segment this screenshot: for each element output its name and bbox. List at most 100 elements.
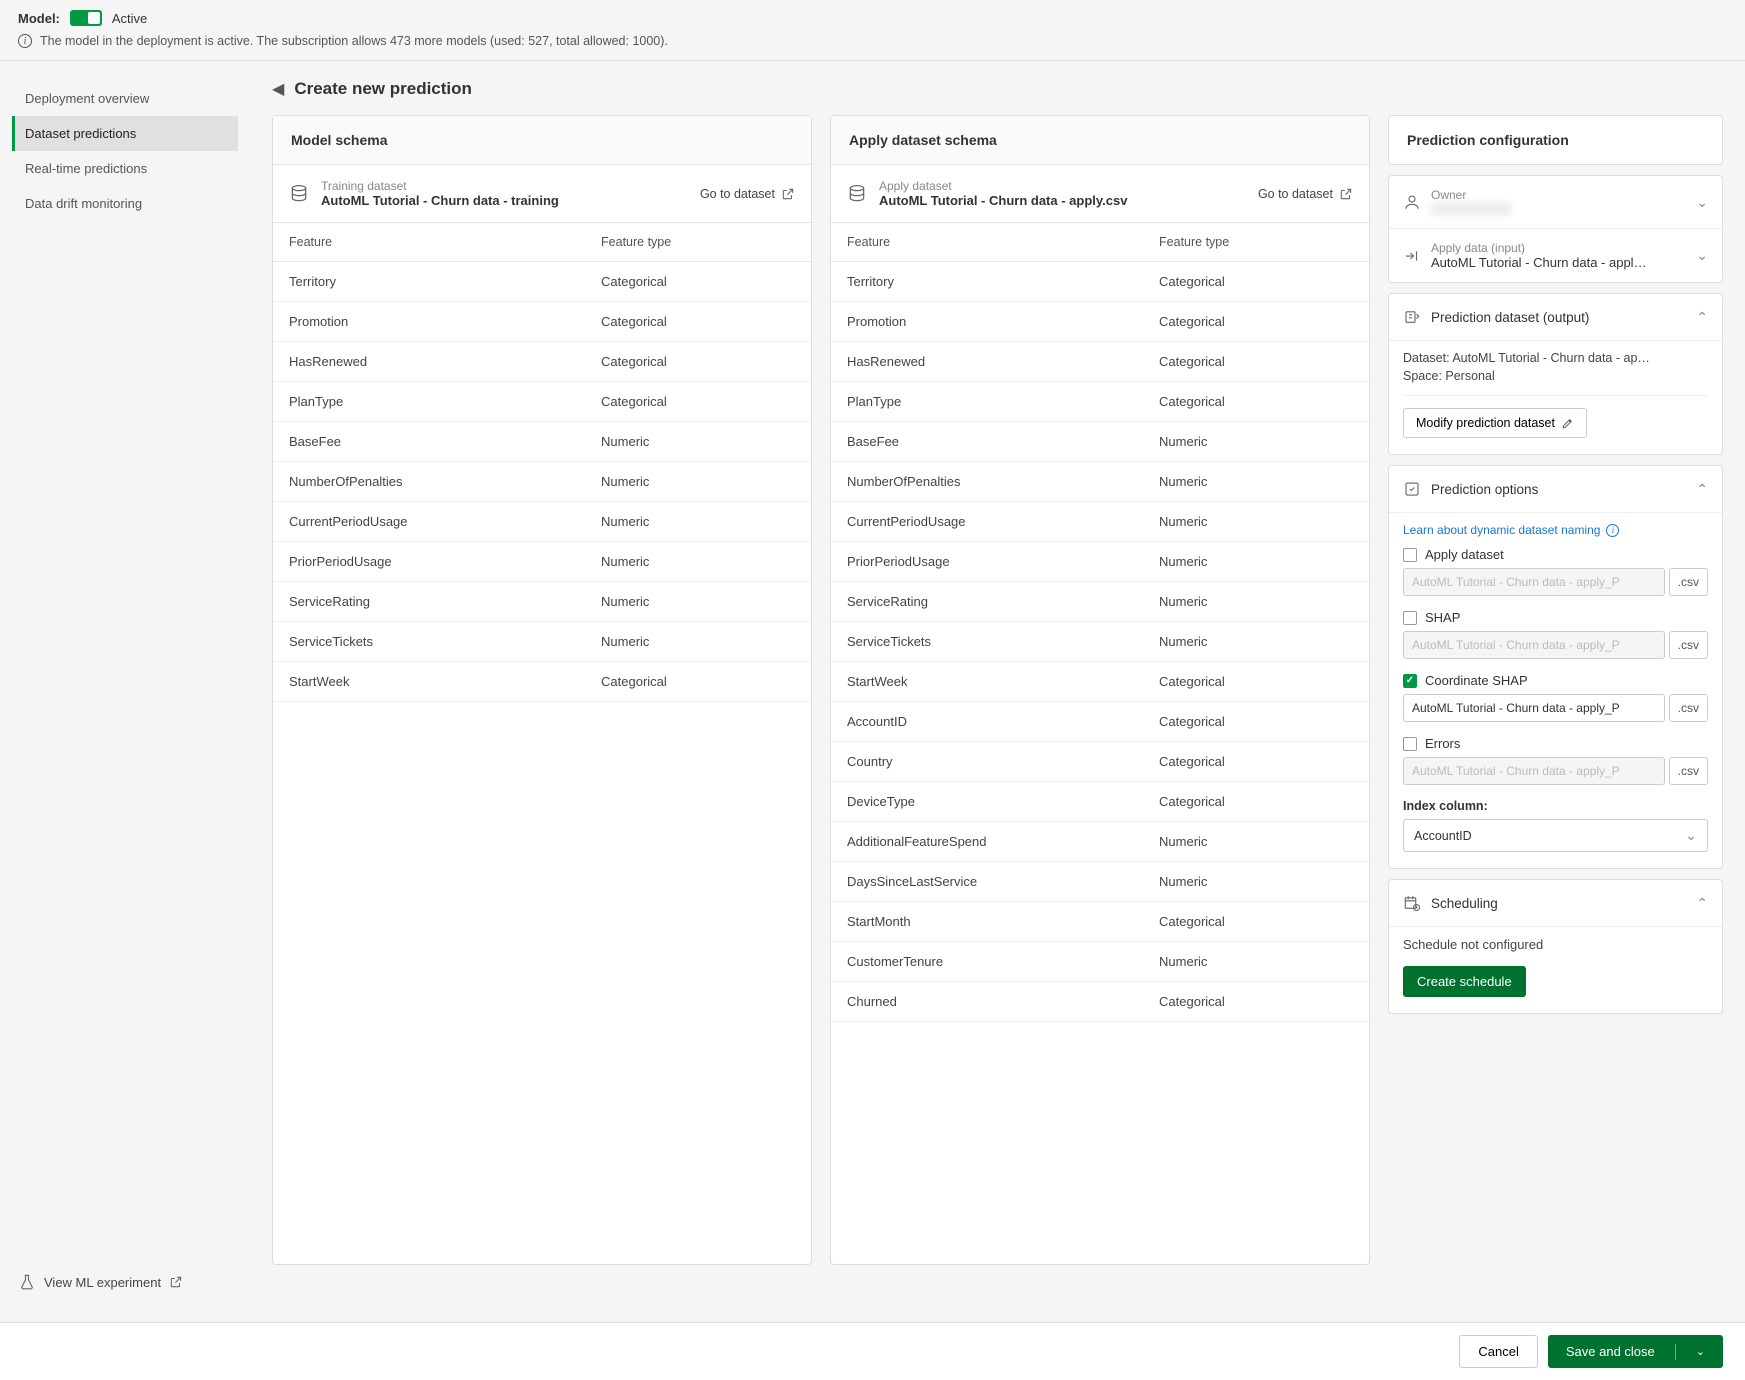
goto-apply-dataset[interactable]: Go to dataset bbox=[1258, 187, 1353, 201]
chevron-up-icon: ⌃ bbox=[1696, 481, 1708, 498]
training-dataset-label: Training dataset bbox=[321, 179, 688, 193]
table-row: CustomerTenureNumeric bbox=[831, 942, 1369, 982]
feature-cell: AccountID bbox=[831, 702, 1143, 742]
type-cell: Numeric bbox=[1143, 422, 1369, 462]
apply-dataset-name: AutoML Tutorial - Churn data - apply.csv bbox=[879, 193, 1246, 208]
table-row: CurrentPeriodUsageNumeric bbox=[831, 502, 1369, 542]
feature-cell: DeviceType bbox=[831, 782, 1143, 822]
table-row: BaseFeeNumeric bbox=[831, 422, 1369, 462]
info-icon: i bbox=[18, 34, 32, 48]
top-bar: Model: Active i The model in the deploym… bbox=[0, 0, 1745, 61]
type-cell: Categorical bbox=[1143, 982, 1369, 1022]
type-cell: Numeric bbox=[1143, 582, 1369, 622]
type-cell: Numeric bbox=[1143, 462, 1369, 502]
type-cell: Numeric bbox=[1143, 942, 1369, 982]
type-cell: Numeric bbox=[1143, 622, 1369, 662]
apply-dataset-checkbox[interactable] bbox=[1403, 548, 1417, 562]
table-row: HasRenewedCategorical bbox=[831, 342, 1369, 382]
footer-bar: Cancel Save and close ⌄ bbox=[0, 1322, 1745, 1380]
col-feature: Feature bbox=[831, 223, 1143, 262]
cancel-button[interactable]: Cancel bbox=[1459, 1335, 1537, 1368]
shap-filename-input bbox=[1403, 631, 1665, 659]
owner-row[interactable]: Owner ⌄ bbox=[1389, 176, 1722, 229]
goto-training-dataset[interactable]: Go to dataset bbox=[700, 187, 795, 201]
learn-link[interactable]: Learn about dynamic dataset naming i bbox=[1403, 523, 1708, 537]
sidebar-item-dataset-predictions[interactable]: Dataset predictions bbox=[12, 116, 238, 151]
table-row: PriorPeriodUsageNumeric bbox=[831, 542, 1369, 582]
save-and-close-button[interactable]: Save and close ⌄ bbox=[1548, 1335, 1723, 1368]
type-cell: Categorical bbox=[1143, 382, 1369, 422]
chevron-up-icon: ⌃ bbox=[1696, 309, 1708, 326]
pencil-icon bbox=[1561, 417, 1574, 430]
chevron-down-icon[interactable]: ⌄ bbox=[1696, 1345, 1705, 1358]
feature-cell: ServiceRating bbox=[273, 582, 585, 622]
coordinate-shap-filename-input[interactable] bbox=[1403, 694, 1665, 722]
feature-cell: Churned bbox=[831, 982, 1143, 1022]
prediction-dataset-title: Prediction dataset (output) bbox=[1431, 310, 1589, 325]
prediction-options-title: Prediction options bbox=[1431, 482, 1538, 497]
scheduling-title: Scheduling bbox=[1431, 896, 1498, 911]
prediction-dataset-header[interactable]: Prediction dataset (output) ⌃ bbox=[1389, 294, 1722, 340]
feature-cell: ServiceRating bbox=[831, 582, 1143, 622]
shap-checkbox[interactable] bbox=[1403, 611, 1417, 625]
table-row: ServiceTicketsNumeric bbox=[831, 622, 1369, 662]
scheduling-header[interactable]: Scheduling ⌃ bbox=[1389, 880, 1722, 926]
feature-cell: CustomerTenure bbox=[831, 942, 1143, 982]
type-cell: Numeric bbox=[1143, 862, 1369, 902]
owner-value bbox=[1431, 202, 1511, 216]
type-cell: Numeric bbox=[1143, 502, 1369, 542]
apply-dataset-option-label: Apply dataset bbox=[1425, 547, 1504, 562]
chevron-down-icon: ⌄ bbox=[1696, 194, 1708, 211]
index-column-select[interactable]: AccountID ⌄ bbox=[1403, 819, 1708, 852]
type-cell: Numeric bbox=[585, 462, 811, 502]
table-row: NumberOfPenaltiesNumeric bbox=[273, 462, 811, 502]
apply-schema-panel: Apply dataset schema Apply dataset AutoM… bbox=[830, 115, 1370, 1265]
prediction-options-header[interactable]: Prediction options ⌃ bbox=[1389, 466, 1722, 512]
ext-label: .csv bbox=[1669, 568, 1708, 596]
table-row: StartWeekCategorical bbox=[273, 662, 811, 702]
button-divider bbox=[1675, 1344, 1676, 1360]
view-ml-experiment-link[interactable]: View ML experiment bbox=[12, 1263, 238, 1301]
table-row: HasRenewedCategorical bbox=[273, 342, 811, 382]
apply-dataset-label: Apply dataset bbox=[879, 179, 1246, 193]
model-status: Active bbox=[112, 11, 147, 26]
feature-cell: Territory bbox=[273, 262, 585, 302]
user-icon bbox=[1403, 193, 1421, 211]
feature-cell: NumberOfPenalties bbox=[273, 462, 585, 502]
table-row: StartWeekCategorical bbox=[831, 662, 1369, 702]
back-button[interactable]: ◀ bbox=[272, 79, 284, 99]
type-cell: Numeric bbox=[1143, 822, 1369, 862]
create-schedule-button[interactable]: Create schedule bbox=[1403, 966, 1526, 997]
apply-schema-title: Apply dataset schema bbox=[831, 116, 1369, 165]
col-type: Feature type bbox=[1143, 223, 1369, 262]
sidebar-item-deployment-overview[interactable]: Deployment overview bbox=[12, 81, 238, 116]
type-cell: Categorical bbox=[585, 262, 811, 302]
coordinate-shap-checkbox[interactable] bbox=[1403, 674, 1417, 688]
goto-label: Go to dataset bbox=[700, 187, 775, 201]
type-cell: Categorical bbox=[1143, 902, 1369, 942]
sidebar-item-realtime-predictions[interactable]: Real-time predictions bbox=[12, 151, 238, 186]
modify-prediction-dataset-button[interactable]: Modify prediction dataset bbox=[1403, 408, 1587, 438]
table-row: TerritoryCategorical bbox=[831, 262, 1369, 302]
database-icon bbox=[289, 184, 309, 204]
apply-data-value: AutoML Tutorial - Churn data - appl… bbox=[1431, 255, 1686, 270]
feature-cell: PlanType bbox=[831, 382, 1143, 422]
training-dataset-name: AutoML Tutorial - Churn data - training bbox=[321, 193, 688, 208]
page-title: Create new prediction bbox=[294, 79, 472, 99]
sidebar-item-data-drift-monitoring[interactable]: Data drift monitoring bbox=[12, 186, 238, 221]
table-row: AccountIDCategorical bbox=[831, 702, 1369, 742]
table-row: CountryCategorical bbox=[831, 742, 1369, 782]
database-icon bbox=[847, 184, 867, 204]
table-row: PriorPeriodUsageNumeric bbox=[273, 542, 811, 582]
feature-cell: Territory bbox=[831, 262, 1143, 302]
errors-checkbox[interactable] bbox=[1403, 737, 1417, 751]
apply-data-row[interactable]: Apply data (input) AutoML Tutorial - Chu… bbox=[1389, 229, 1722, 282]
type-cell: Numeric bbox=[585, 542, 811, 582]
apply-data-label: Apply data (input) bbox=[1431, 241, 1686, 255]
model-toggle[interactable] bbox=[70, 10, 102, 26]
type-cell: Categorical bbox=[1143, 662, 1369, 702]
calendar-clock-icon bbox=[1403, 894, 1421, 912]
feature-cell: PriorPeriodUsage bbox=[831, 542, 1143, 582]
chevron-up-icon: ⌃ bbox=[1696, 895, 1708, 912]
type-cell: Categorical bbox=[1143, 782, 1369, 822]
